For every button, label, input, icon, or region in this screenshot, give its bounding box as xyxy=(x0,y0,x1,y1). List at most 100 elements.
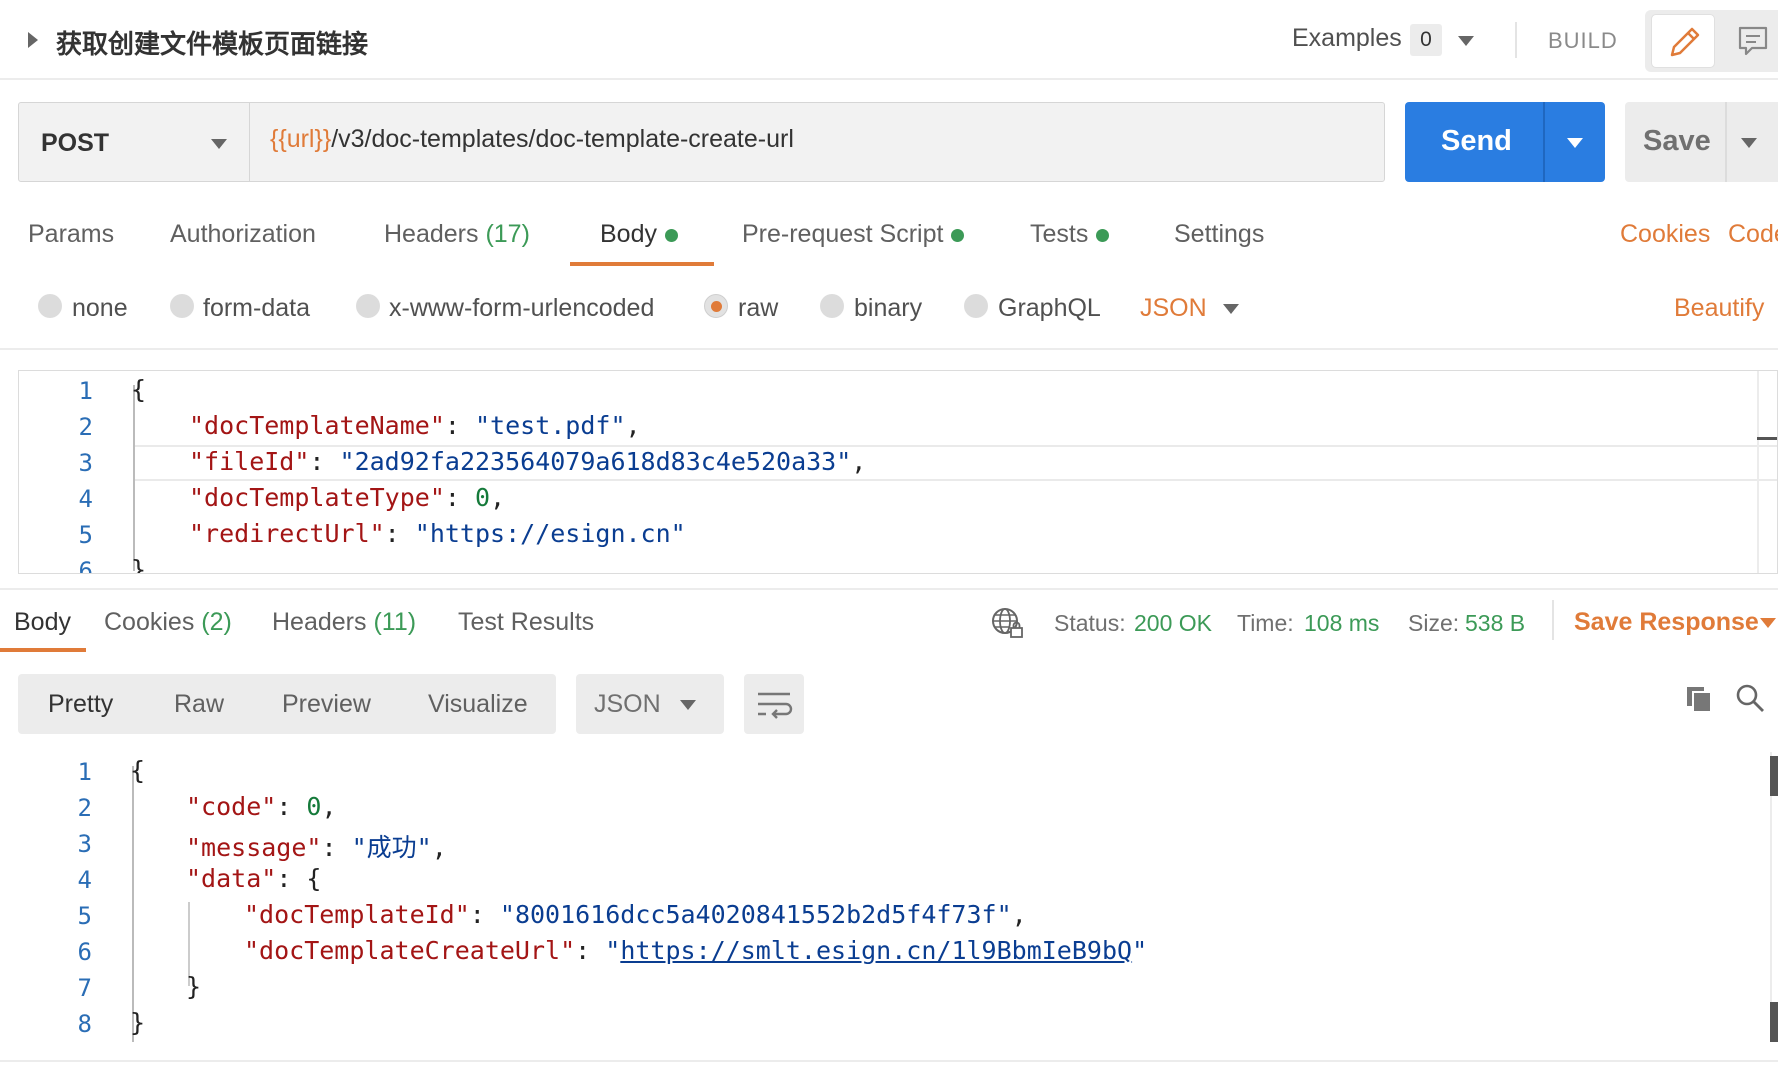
resp-cookies-label: Cookies xyxy=(104,608,195,636)
request-header-bar: 获取创建文件模板页面链接 Examples 0 BUILD xyxy=(0,0,1778,80)
build-mode-label[interactable]: BUILD xyxy=(1548,28,1618,54)
tab-body[interactable]: Body xyxy=(600,220,678,249)
view-mode-selector: Pretty Raw Preview Visualize xyxy=(18,674,556,734)
search-icon[interactable] xyxy=(1734,682,1766,714)
method-select[interactable]: POST xyxy=(18,102,250,182)
comments-button[interactable] xyxy=(1722,14,1778,68)
radio-urlencoded[interactable] xyxy=(356,294,380,318)
code-line: } xyxy=(130,1008,146,1037)
code-line: "redirectUrl": "https://esign.cn" xyxy=(189,519,686,548)
comment-icon xyxy=(1738,26,1768,56)
code-line: "docTemplateType": 0, xyxy=(189,483,506,512)
scrollbar-marker xyxy=(1770,756,1778,796)
resp-tab-cookies[interactable]: Cookies (2) xyxy=(104,608,232,637)
request-title[interactable]: 获取创建文件模板页面链接 xyxy=(56,24,368,61)
code-link[interactable]: Code xyxy=(1728,220,1778,249)
active-resp-tab-indicator xyxy=(0,648,86,652)
copy-icon[interactable] xyxy=(1684,684,1714,714)
line-number: 6 xyxy=(77,938,92,966)
status-label: Status: xyxy=(1054,610,1126,636)
tab-pre-request-script[interactable]: Pre-request Script xyxy=(742,220,965,249)
tab-tests-dot-icon xyxy=(1096,228,1110,242)
tab-tests-label: Tests xyxy=(1030,220,1089,248)
pencil-icon xyxy=(1670,27,1700,57)
code-line: "docTemplateId": "8001616dcc5a4020841552… xyxy=(244,900,1027,929)
view-preview[interactable]: Preview xyxy=(282,690,371,719)
url-input[interactable]: {{url}}/v3/doc-templates/doc-template-cr… xyxy=(249,102,1385,182)
radio-form-data-label: form-data xyxy=(203,294,310,322)
line-number: 2 xyxy=(77,794,92,822)
line-number: 6 xyxy=(78,557,93,574)
status-value[interactable]: 200 OK xyxy=(1134,610,1212,637)
code-line: "docTemplateName": "test.pdf", xyxy=(189,411,641,440)
resp-headers-count: (11) xyxy=(373,608,417,636)
send-options-caret-icon[interactable] xyxy=(1567,138,1583,148)
active-tab-indicator xyxy=(570,262,714,266)
beautify-link[interactable]: Beautify xyxy=(1674,294,1764,323)
save-response-button[interactable]: Save Response xyxy=(1574,608,1759,637)
tab-params[interactable]: Params xyxy=(28,220,114,249)
line-number: 1 xyxy=(77,758,92,786)
radio-none-label: none xyxy=(72,294,128,322)
save-label: Save xyxy=(1643,125,1711,157)
save-split-divider xyxy=(1725,102,1727,182)
tab-authorization[interactable]: Authorization xyxy=(170,220,316,249)
save-response-caret-icon[interactable] xyxy=(1760,618,1776,628)
response-body-viewer[interactable]: 1 2 3 4 5 6 7 8 { "code": 0, "message": … xyxy=(18,752,1778,1052)
view-pretty[interactable]: Pretty xyxy=(48,690,113,719)
scrollbar-marker xyxy=(1770,1002,1778,1042)
time-value[interactable]: 108 ms xyxy=(1304,610,1379,637)
view-raw[interactable]: Raw xyxy=(174,690,224,719)
header-divider xyxy=(1515,22,1517,58)
radio-form-data[interactable] xyxy=(170,294,194,318)
radio-urlencoded-label: x-www-form-urlencoded xyxy=(389,294,655,322)
save-options-caret-icon[interactable] xyxy=(1741,138,1757,148)
line-number: 5 xyxy=(78,521,93,549)
radio-none[interactable] xyxy=(38,294,62,318)
code-line: } xyxy=(186,972,202,1001)
radio-raw[interactable] xyxy=(704,294,728,318)
body-format-caret-icon[interactable] xyxy=(1223,304,1239,314)
line-number: 8 xyxy=(77,1010,92,1038)
response-divider[interactable] xyxy=(0,588,1778,590)
resp-tab-headers[interactable]: Headers (11) xyxy=(272,608,416,637)
radio-raw-label: raw xyxy=(738,294,779,322)
wrap-lines-button[interactable] xyxy=(744,674,804,734)
edit-button[interactable] xyxy=(1651,14,1715,68)
globe-lock-icon[interactable] xyxy=(990,606,1024,640)
save-button[interactable]: Save xyxy=(1625,102,1778,182)
body-format-select[interactable]: JSON xyxy=(1140,294,1207,323)
resp-tab-test-results[interactable]: Test Results xyxy=(458,608,594,637)
tab-tests[interactable]: Tests xyxy=(1030,220,1110,249)
editor-scrollbar[interactable] xyxy=(1757,371,1759,573)
code-line: "data": { xyxy=(186,864,322,893)
tab-headers[interactable]: Headers (17) xyxy=(384,220,530,249)
method-caret-icon xyxy=(211,139,227,149)
create-url-link[interactable]: https://smlt.esign.cn/1l9BbmIeB9bQ xyxy=(620,936,1132,965)
code-line: "code": 0, xyxy=(186,792,337,821)
tab-settings[interactable]: Settings xyxy=(1174,220,1264,249)
wrap-lines-icon xyxy=(758,692,793,719)
tab-headers-count: (17) xyxy=(485,220,530,248)
send-split-divider xyxy=(1543,102,1545,182)
collapse-triangle-icon[interactable] xyxy=(28,32,38,48)
line-number: 5 xyxy=(77,902,92,930)
cookies-link[interactable]: Cookies xyxy=(1620,220,1710,249)
resp-headers-label: Headers xyxy=(272,608,367,636)
request-body-editor[interactable]: 1 2 3 4 5 6 { "docTemplateName": "test.p… xyxy=(18,370,1778,574)
tab-body-dot-icon xyxy=(664,228,678,242)
resp-tab-body[interactable]: Body xyxy=(14,608,71,637)
code-line: "message": "成功", xyxy=(186,833,447,862)
url-path: /v3/doc-templates/doc-template-create-ur… xyxy=(331,125,794,153)
examples-count-badge: 0 xyxy=(1410,24,1442,56)
radio-graphql[interactable] xyxy=(964,294,988,318)
response-format-select[interactable]: JSON xyxy=(576,674,724,734)
method-label: POST xyxy=(41,129,110,157)
bracket-guide xyxy=(133,385,135,571)
examples-dropdown-caret-icon[interactable] xyxy=(1458,36,1474,46)
examples-button[interactable]: Examples xyxy=(1292,24,1402,53)
size-value[interactable]: 538 B xyxy=(1465,610,1525,637)
view-visualize[interactable]: Visualize xyxy=(428,690,528,719)
radio-binary[interactable] xyxy=(820,294,844,318)
send-button[interactable]: Send xyxy=(1405,102,1605,182)
